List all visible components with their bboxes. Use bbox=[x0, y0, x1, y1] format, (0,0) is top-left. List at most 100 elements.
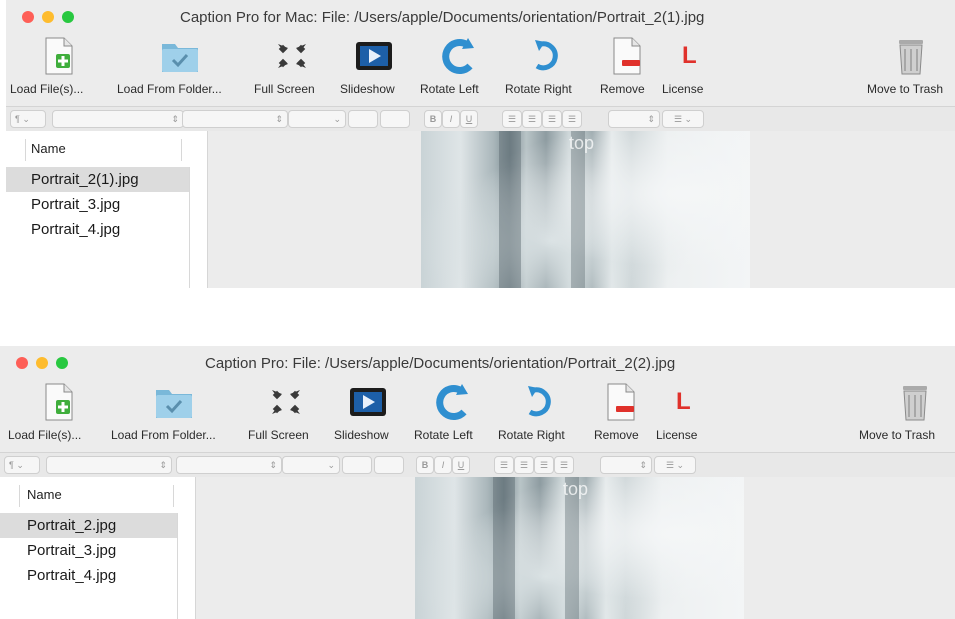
underline-button[interactable]: U bbox=[452, 456, 470, 474]
file-list: Portrait_2(1).jpg Portrait_3.jpg Portrai… bbox=[6, 167, 189, 242]
column-separator bbox=[19, 485, 20, 507]
align-right-button[interactable]: ☰ bbox=[542, 110, 562, 128]
list-item[interactable]: Portrait_2.jpg bbox=[0, 513, 177, 538]
list-item[interactable]: Portrait_3.jpg bbox=[6, 192, 189, 217]
slideshow-label: Slideshow bbox=[334, 428, 389, 442]
toolbar: Load File(s)... Load From Folder... Full… bbox=[0, 382, 955, 446]
rotate-right-icon bbox=[535, 40, 558, 71]
text-color-well[interactable] bbox=[342, 456, 372, 474]
line-spacing-select[interactable]: ⇕ bbox=[608, 110, 660, 128]
license-icon: L bbox=[682, 42, 697, 69]
background-color-well[interactable] bbox=[374, 456, 404, 474]
remove-label: Remove bbox=[594, 428, 639, 442]
load-files-button[interactable]: Load File(s)... bbox=[6, 36, 106, 100]
bold-button[interactable]: B bbox=[416, 456, 434, 474]
add-file-icon bbox=[45, 383, 73, 421]
align-right-button[interactable]: ☰ bbox=[534, 456, 554, 474]
close-button[interactable] bbox=[16, 357, 28, 369]
load-files-label: Load File(s)... bbox=[8, 428, 82, 442]
font-style-select[interactable]: ⇕ bbox=[182, 110, 288, 128]
remove-file-icon bbox=[613, 37, 641, 75]
move-to-trash-button[interactable]: Move to Trash bbox=[855, 382, 955, 446]
remove-file-icon bbox=[607, 383, 635, 421]
column-separator bbox=[25, 139, 26, 161]
list-scrollbar[interactable] bbox=[177, 513, 178, 619]
move-to-trash-label: Move to Trash bbox=[867, 82, 944, 96]
full-screen-button[interactable]: Full Screen bbox=[246, 382, 326, 446]
window-1: Caption Pro for Mac: File: /Users/apple/… bbox=[6, 0, 955, 288]
list-style-select[interactable]: ☰ ⌄ bbox=[662, 110, 704, 128]
slideshow-button[interactable]: Slideshow bbox=[340, 36, 410, 100]
window-2: Caption Pro: File: /Users/apple/Document… bbox=[0, 346, 955, 619]
license-button[interactable]: L License bbox=[662, 36, 718, 100]
content-area: Name Portrait_2(1).jpg Portrait_3.jpg Po… bbox=[6, 131, 955, 288]
file-list-header[interactable]: Name bbox=[6, 131, 207, 165]
format-bar: ¶ ⌄ ⇕ ⇕ ⌄ B I U ☰ ☰ ☰ ☰ ⇕ ☰ ⌄ bbox=[0, 452, 955, 478]
title-bar[interactable]: Caption Pro for Mac: File: /Users/apple/… bbox=[6, 0, 955, 36]
underline-button[interactable]: U bbox=[460, 110, 478, 128]
align-left-button[interactable]: ☰ bbox=[502, 110, 522, 128]
align-center-button[interactable]: ☰ bbox=[514, 456, 534, 474]
list-style-select[interactable]: ☰ ⌄ bbox=[654, 456, 696, 474]
load-folder-label: Load From Folder... bbox=[117, 82, 222, 96]
load-files-button[interactable]: Load File(s)... bbox=[6, 382, 106, 446]
content-area: Name Portrait_2.jpg Portrait_3.jpg Portr… bbox=[0, 477, 955, 619]
full-screen-icon bbox=[272, 390, 300, 414]
move-to-trash-label: Move to Trash bbox=[859, 428, 936, 442]
zoom-button[interactable] bbox=[62, 11, 74, 23]
load-folder-button[interactable]: Load From Folder... bbox=[114, 36, 244, 100]
bold-button[interactable]: B bbox=[424, 110, 442, 128]
rotate-right-button[interactable]: Rotate Right bbox=[498, 382, 582, 446]
italic-button[interactable]: I bbox=[442, 110, 460, 128]
preview-watermark: top bbox=[563, 479, 589, 499]
justify-button[interactable]: ☰ bbox=[562, 110, 582, 128]
trash-icon bbox=[903, 386, 927, 421]
name-column-header[interactable]: Name bbox=[27, 487, 62, 502]
paragraph-glyph: ¶ bbox=[15, 114, 20, 124]
rotate-left-label: Rotate Left bbox=[414, 428, 473, 442]
rotate-right-button[interactable]: Rotate Right bbox=[505, 36, 589, 100]
font-size-select[interactable]: ⌄ bbox=[282, 456, 340, 474]
font-style-select[interactable]: ⇕ bbox=[176, 456, 282, 474]
list-item[interactable]: Portrait_2(1).jpg bbox=[6, 167, 189, 192]
justify-button[interactable]: ☰ bbox=[554, 456, 574, 474]
list-scrollbar[interactable] bbox=[189, 167, 190, 288]
align-left-button[interactable]: ☰ bbox=[494, 456, 514, 474]
column-separator bbox=[181, 139, 182, 161]
slideshow-button[interactable]: Slideshow bbox=[334, 382, 404, 446]
list-item[interactable]: Portrait_4.jpg bbox=[6, 217, 189, 242]
font-family-select[interactable]: ⇕ bbox=[46, 456, 172, 474]
move-to-trash-button[interactable]: Move to Trash bbox=[861, 36, 955, 100]
folder-icon bbox=[156, 390, 192, 418]
file-list-header[interactable]: Name bbox=[0, 477, 195, 511]
minimize-button[interactable] bbox=[42, 11, 54, 23]
license-button[interactable]: L License bbox=[656, 382, 712, 446]
close-button[interactable] bbox=[22, 11, 34, 23]
image-preview: top bbox=[415, 477, 744, 619]
list-item[interactable]: Portrait_4.jpg bbox=[0, 563, 177, 588]
name-column-header[interactable]: Name bbox=[31, 141, 66, 156]
font-family-select[interactable]: ⇕ bbox=[52, 110, 184, 128]
paragraph-style-select[interactable]: ¶ ⌄ bbox=[4, 456, 40, 474]
title-bar[interactable]: Caption Pro: File: /Users/apple/Document… bbox=[0, 346, 955, 382]
remove-button[interactable]: Remove bbox=[592, 382, 650, 446]
zoom-button[interactable] bbox=[56, 357, 68, 369]
paragraph-style-select[interactable]: ¶ ⌄ bbox=[10, 110, 46, 128]
rotate-left-button[interactable]: Rotate Left bbox=[420, 36, 496, 100]
load-files-label: Load File(s)... bbox=[10, 82, 84, 96]
full-screen-button[interactable]: Full Screen bbox=[252, 36, 332, 100]
minimize-button[interactable] bbox=[36, 357, 48, 369]
load-folder-button[interactable]: Load From Folder... bbox=[108, 382, 238, 446]
license-icon: L bbox=[676, 388, 691, 415]
rotate-left-button[interactable]: Rotate Left bbox=[414, 382, 490, 446]
font-size-select[interactable]: ⌄ bbox=[288, 110, 346, 128]
file-list-panel: Name Portrait_2.jpg Portrait_3.jpg Portr… bbox=[0, 477, 196, 619]
line-spacing-select[interactable]: ⇕ bbox=[600, 456, 652, 474]
align-center-button[interactable]: ☰ bbox=[522, 110, 542, 128]
text-color-well[interactable] bbox=[348, 110, 378, 128]
list-item[interactable]: Portrait_3.jpg bbox=[0, 538, 177, 563]
license-label: License bbox=[656, 428, 698, 442]
italic-button[interactable]: I bbox=[434, 456, 452, 474]
background-color-well[interactable] bbox=[380, 110, 410, 128]
remove-button[interactable]: Remove bbox=[598, 36, 656, 100]
